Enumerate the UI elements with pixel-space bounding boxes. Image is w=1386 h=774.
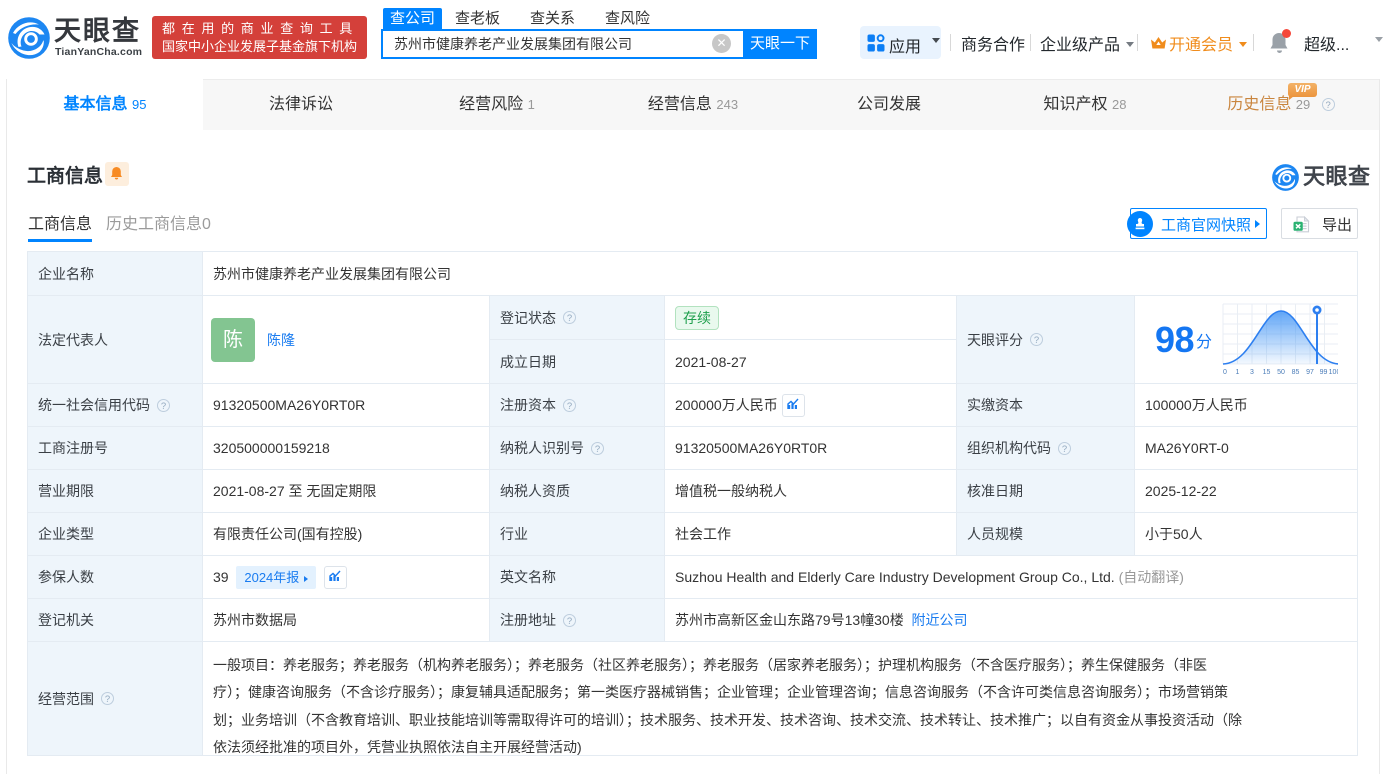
svg-text:0: 0 (1223, 369, 1227, 376)
svg-text:50: 50 (1277, 369, 1285, 376)
svg-text:1: 1 (1236, 369, 1240, 376)
svg-text:100: 100 (1329, 369, 1338, 376)
svg-text:3: 3 (1250, 369, 1254, 376)
svg-text:15: 15 (1263, 369, 1271, 376)
svg-text:85: 85 (1292, 369, 1300, 376)
svg-text:97: 97 (1306, 369, 1314, 376)
svg-text:99: 99 (1320, 369, 1328, 376)
